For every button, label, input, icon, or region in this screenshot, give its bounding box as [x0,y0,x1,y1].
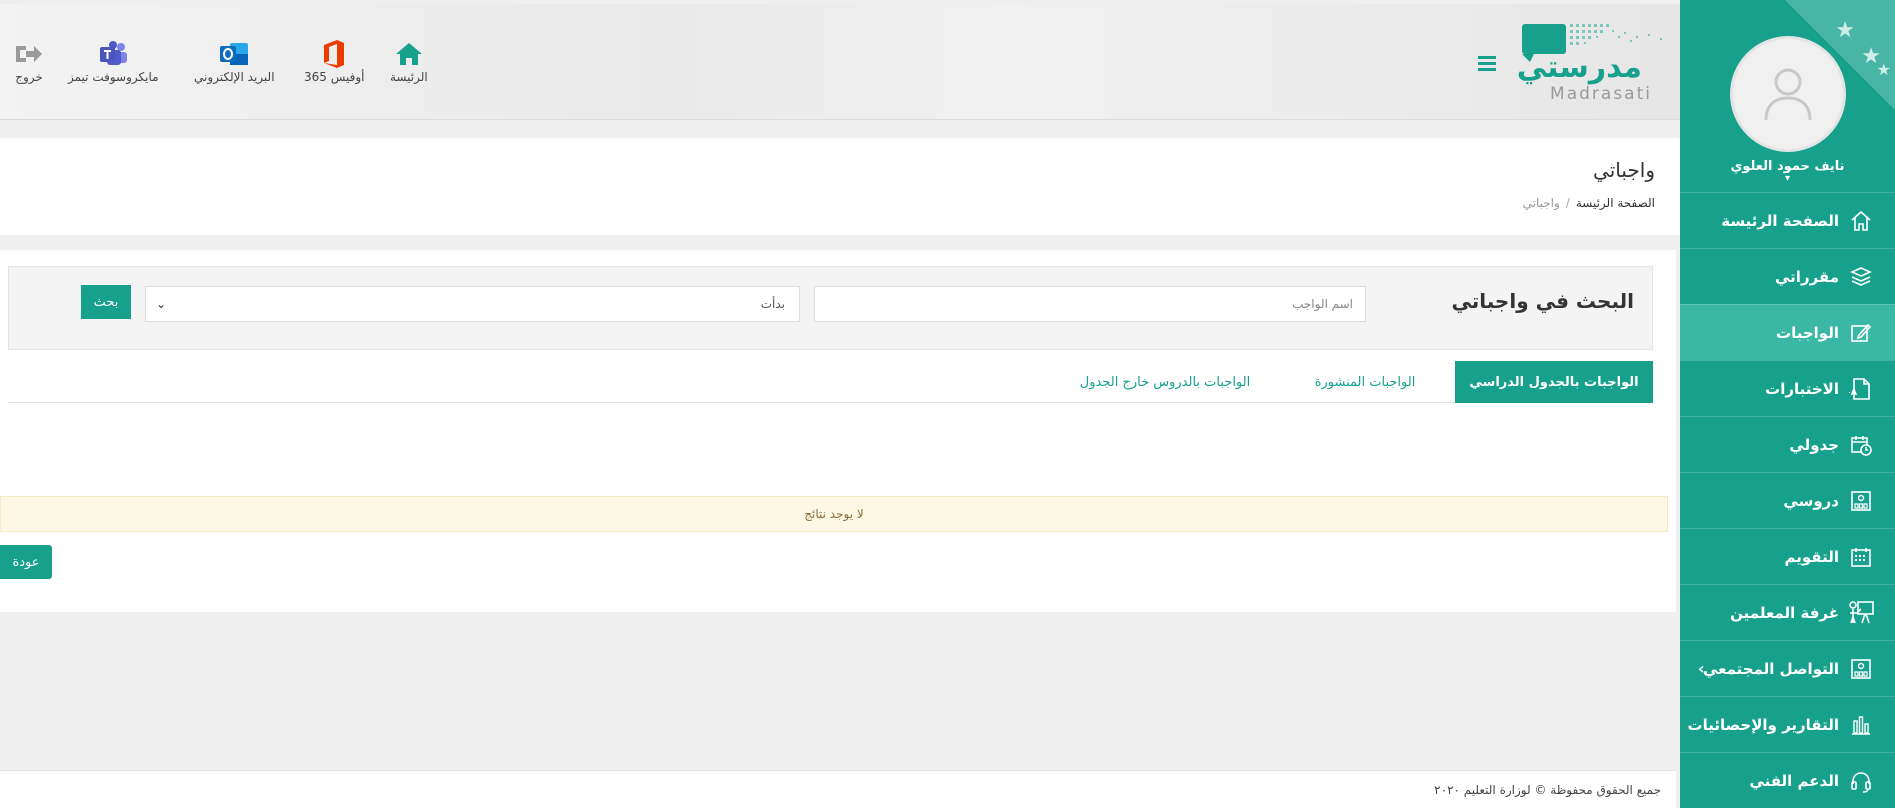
sidebar-item-label: التقويم [1784,547,1840,566]
lessons-icon [1847,487,1875,515]
breadcrumb-current: واجباتي [1522,196,1560,210]
sidebar-item-reports[interactable]: التقارير والإحصائيات [1680,696,1895,752]
chevron-down-icon: ⌄ [156,297,167,311]
sidebar-item-support[interactable]: الدعم الفني [1680,752,1895,808]
avatar [1729,36,1846,152]
tab-schedule-assignments[interactable]: الواجبات بالجدول الدراسي [1455,361,1653,403]
edit-icon [1847,319,1875,347]
header-link-teams[interactable]: مايكروسوفت تيمز [68,38,159,84]
sidebar-item-label: جدولي [1789,435,1839,454]
calendar-clock-icon [1847,431,1875,459]
header-link-mail[interactable]: البريد الإلكتروني [194,38,275,84]
header-link-label: الرئيسة [390,70,428,84]
no-results-alert: لا يوجد نتائج [0,496,1668,532]
teacher-board-icon [1847,599,1875,627]
sidebar-item-label: التقارير والإحصائيات [1687,715,1839,734]
user-profile[interactable]: نايف حمود العلوي ▾ [1680,0,1895,192]
madrasati-logo: مدرستي Madrasati [1516,22,1672,104]
svg-text:A+: A+ [1849,388,1858,397]
header-link-home[interactable]: الرئيسة [390,38,428,84]
breadcrumb-home-link[interactable]: الصفحة الرئيسة [1576,196,1655,210]
sidebar-item-calendar[interactable]: التقويم [1680,528,1895,584]
breadcrumb-separator: / [1565,196,1570,210]
sidebar-item-label: الصفحة الرئيسة [1721,211,1839,230]
sidebar-item-schedule[interactable]: جدولي [1680,416,1895,472]
sidebar-item-label: غرفة المعلمين [1730,603,1839,622]
header-link-office[interactable]: أوفيس 365 [304,38,365,84]
outlook-icon [218,38,250,70]
teams-icon [97,38,129,70]
header-link-logout[interactable]: خروج [14,38,44,84]
search-button[interactable]: بحث [81,285,131,319]
page-title: واجباتي [1593,158,1655,182]
sidebar-item-exams[interactable]: A+ الاختبارات [1680,360,1895,416]
home-icon [1847,207,1875,235]
chevron-right-icon: › [1698,659,1705,678]
exam-icon: A+ [1847,375,1875,403]
logout-icon [14,38,44,70]
back-button[interactable]: عودة [0,545,52,579]
header-link-label: خروج [15,70,43,84]
sidebar-item-label: الاختبارات [1765,379,1839,398]
caret-down-icon[interactable]: ▾ [1785,174,1790,184]
top-header: الرئيسة أوفيس 365 البريد الإلكتروني مايك… [0,4,1680,120]
sidebar-item-lessons[interactable]: دروسي [1680,472,1895,528]
status-select[interactable]: بدأت ⌄ [145,286,800,322]
search-panel: البحث في واجباتي بدأت ⌄ بحث [8,266,1653,350]
headset-icon [1847,767,1875,795]
header-link-label: أوفيس 365 [304,70,365,84]
sidebar: ★ ★ ★ نايف حمود العلوي ▾ الصفحة الرئيسة … [1680,0,1895,808]
sidebar-item-teachers-room[interactable]: غرفة المعلمين [1680,584,1895,640]
sidebar-item-assignments[interactable]: الواجبات [1680,304,1895,360]
sidebar-item-label: دروسي [1783,491,1839,510]
sidebar-item-courses[interactable]: مقرراتي [1680,248,1895,304]
header-link-label: مايكروسوفت تيمز [68,70,159,84]
user-icon [1764,68,1811,121]
sidebar-item-label: الواجبات [1776,323,1839,342]
assignment-name-input[interactable] [814,286,1366,322]
sidebar-item-home[interactable]: الصفحة الرئيسة [1680,192,1895,248]
user-name: نايف حمود العلوي [1730,159,1845,174]
header-link-label: البريد الإلكتروني [194,70,275,84]
search-panel-title: البحث في واجباتي [1451,289,1635,313]
home-icon [394,38,424,70]
main-content: البحث في واجباتي بدأت ⌄ بحث الواجبات بال… [0,250,1676,612]
page-title-band: واجباتي الصفحة الرئيسة / واجباتي [0,138,1680,235]
assignment-tabs: الواجبات بالجدول الدراسي الواجبات المنشو… [8,361,1653,403]
footer-copyright: جميع الحقوق محفوظة © لوزارة التعليم ٢٠٢٠ [1434,783,1661,797]
breadcrumb: الصفحة الرئيسة / واجباتي [1523,196,1655,210]
hamburger-icon[interactable] [1478,56,1496,74]
tab-published-assignments[interactable]: الواجبات المنشورة [1285,361,1445,403]
bar-chart-icon [1847,711,1875,739]
office-icon [321,38,347,70]
tab-offschedule-assignments[interactable]: الواجبات بالدروس خارج الجدول [1055,361,1275,403]
logo-arabic-text: مدرستي [1516,50,1642,85]
calendar-icon [1847,543,1875,571]
sidebar-item-label: مقرراتي [1775,267,1839,286]
sidebar-item-label: التواصل المجتمعي [1702,659,1839,678]
footer: جميع الحقوق محفوظة © لوزارة التعليم ٢٠٢٠ [0,770,1676,808]
sidebar-item-community[interactable]: التواصل المجتمعي › [1680,640,1895,696]
logo-latin-text: Madrasati [1550,84,1652,104]
sidebar-item-label: الدعم الفني [1749,771,1839,790]
community-icon [1847,655,1875,683]
books-icon [1847,263,1875,291]
status-select-value: بدأت [760,297,785,311]
